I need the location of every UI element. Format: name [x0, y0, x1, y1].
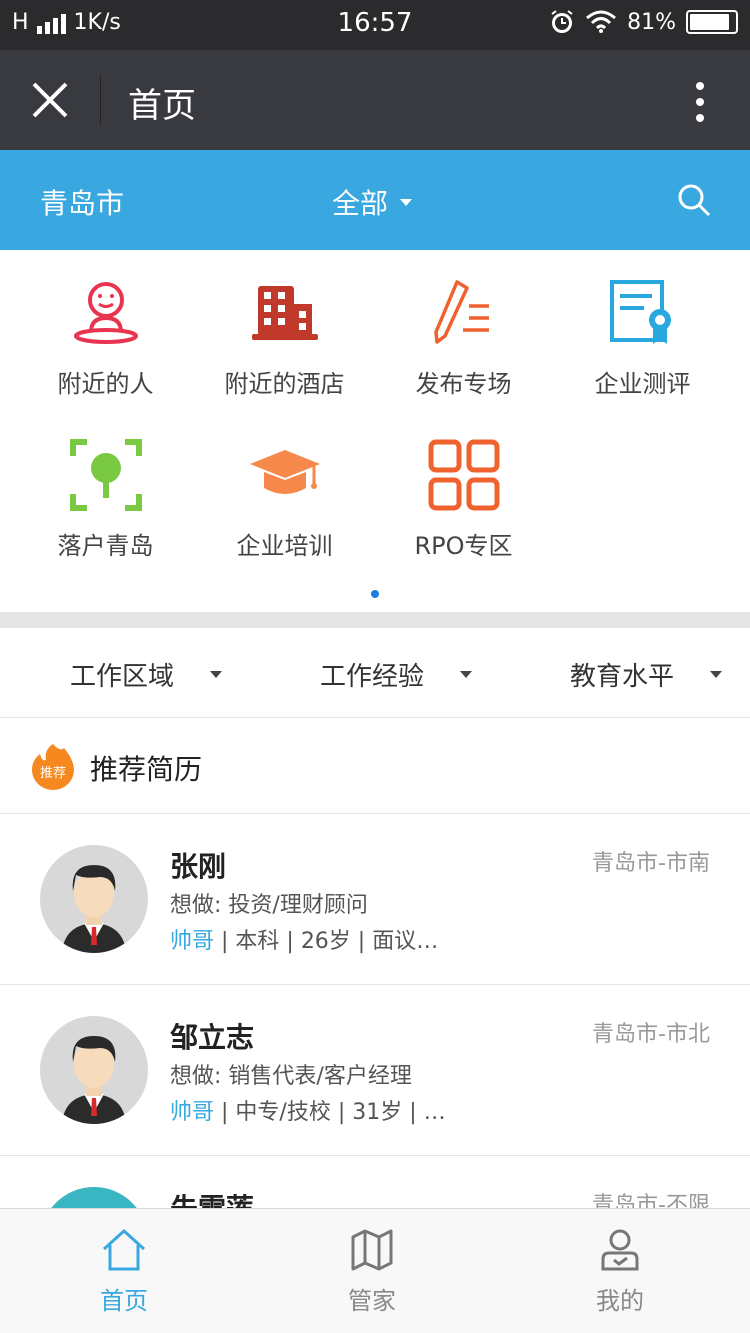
tab-butler[interactable]: 管家: [312, 1227, 432, 1316]
wifi-icon: [586, 10, 617, 33]
recommend-flame-icon: 推荐: [32, 744, 74, 790]
battery-icon: [686, 10, 738, 34]
nearby-person-icon: [73, 282, 138, 344]
resume-tag: 帅哥: [170, 1100, 215, 1125]
desired-job-prefix: 想做:: [170, 1064, 229, 1089]
certificate-icon: [609, 280, 671, 344]
tab-home[interactable]: 首页: [64, 1227, 184, 1316]
entry-label: 企业测评: [594, 370, 691, 398]
profile-icon: [601, 1229, 639, 1271]
entry-label: 企业培训: [236, 532, 333, 560]
resume-desired-job: 想做: 投资/理财顾问: [170, 887, 368, 919]
resume-meta: 帅哥 | 中专/技校 | 31岁 | …: [170, 1094, 446, 1126]
title-divider: [100, 75, 101, 125]
tab-label: 首页: [100, 1287, 148, 1315]
resume-list: 张刚 想做: 投资/理财顾问 帅哥 | 本科 | 26岁 | 面议… 青岛市-市…: [0, 815, 750, 1208]
entry-label: 附近的人: [57, 370, 154, 398]
resume-name: 张刚: [170, 850, 227, 883]
avatar: [40, 1187, 148, 1208]
search-icon[interactable]: [676, 182, 712, 218]
caret-down-icon: [210, 671, 223, 678]
male-avatar-icon: [62, 865, 126, 953]
desired-job-prefix: 想做:: [170, 893, 229, 918]
entry-publish[interactable]: 发布专场: [370, 276, 557, 399]
graduation-cap-icon: [249, 450, 320, 494]
resume-item[interactable]: 朱雪莲 青岛市-不限: [0, 1157, 750, 1208]
grid-squares-icon: [428, 439, 499, 511]
map-icon: [351, 1229, 393, 1271]
entry-label: 落户青岛: [57, 532, 154, 560]
avatar: [40, 1016, 148, 1124]
entry-label: RPO专区: [414, 532, 513, 560]
category-label: 全部: [332, 187, 389, 220]
resume-tag: 帅哥: [170, 929, 215, 954]
filter-label: 教育水平: [570, 662, 675, 692]
female-avatar-icon: [40, 1187, 148, 1208]
resume-location: 青岛市-市北: [592, 1022, 710, 1047]
entry-nearby-hotels[interactable]: 附近的酒店: [191, 276, 378, 399]
desired-job-value: 销售代表/客户经理: [228, 1064, 412, 1089]
resume-item[interactable]: 张刚 想做: 投资/理财顾问 帅哥 | 本科 | 26岁 | 面议… 青岛市-市…: [0, 815, 750, 985]
entry-rpo-zone[interactable]: RPO专区: [370, 438, 557, 561]
avatar: [40, 845, 148, 953]
pen-publish-icon: [433, 280, 489, 344]
filter-experience[interactable]: 工作经验: [320, 656, 473, 693]
filter-label: 工作经验: [320, 662, 425, 692]
entry-settle-qingdao[interactable]: 落户青岛: [12, 438, 199, 561]
resume-name: 朱雪莲: [170, 1187, 254, 1208]
caret-down-icon: [400, 198, 413, 206]
filter-work-area[interactable]: 工作区域: [70, 656, 223, 693]
resume-item[interactable]: 邹立志 想做: 销售代表/客户经理 帅哥 | 中专/技校 | 31岁 | … 青…: [0, 986, 750, 1156]
recommend-header: 推荐 推荐简历: [0, 718, 750, 814]
male-avatar-icon: [62, 1036, 126, 1124]
entry-training[interactable]: 企业培训: [191, 438, 378, 561]
entry-label: 附近的酒店: [224, 370, 345, 398]
section-title: 推荐简历: [90, 753, 203, 786]
battery-percent: 81%: [627, 9, 676, 35]
title-bar: 首页: [0, 50, 750, 150]
recommend-badge-text: 推荐: [40, 766, 66, 781]
filter-education[interactable]: 教育水平: [570, 656, 723, 693]
city-selector[interactable]: 青岛市: [40, 182, 124, 222]
location-bar: 青岛市 全部: [0, 150, 750, 250]
status-bar: H 1K/s 16:57 81%: [0, 0, 750, 50]
resume-desired-job: 想做: 销售代表/客户经理: [170, 1058, 412, 1090]
hotel-building-icon: [251, 286, 318, 340]
resume-meta: 帅哥 | 本科 | 26岁 | 面议…: [170, 923, 438, 955]
entry-nearby-people[interactable]: 附近的人: [12, 276, 199, 399]
page-indicator-dot: [371, 590, 379, 598]
page-title: 首页: [128, 86, 196, 126]
category-dropdown[interactable]: 全部: [332, 182, 413, 222]
status-right: 81%: [549, 9, 738, 35]
tree-focus-icon: [69, 439, 142, 511]
resume-name: 邹立志: [170, 1021, 255, 1054]
more-menu-icon[interactable]: [688, 80, 712, 124]
resume-details: | 本科 | 26岁 | 面议…: [214, 929, 439, 954]
entry-assessment[interactable]: 企业测评: [549, 276, 736, 399]
alarm-icon: [551, 10, 573, 33]
caret-down-icon: [460, 671, 473, 678]
tab-label: 我的: [596, 1287, 644, 1315]
resume-details: | 中专/技校 | 31岁 | …: [214, 1100, 446, 1125]
resume-location: 青岛市-不限: [592, 1193, 710, 1208]
quick-entry-grid: 附近的人 附近的酒店 发布专场 企业测评 落户青岛 企业培训 RPO专区: [0, 250, 750, 612]
tab-mine[interactable]: 我的: [560, 1227, 680, 1316]
filter-label: 工作区域: [70, 662, 175, 692]
caret-down-icon: [710, 671, 723, 678]
entry-label: 发布专场: [415, 370, 512, 398]
resume-location: 青岛市-市南: [592, 851, 710, 876]
desired-job-value: 投资/理财顾问: [228, 893, 368, 918]
section-divider: [0, 612, 750, 628]
bottom-tab-bar: 首页 管家 我的: [0, 1208, 750, 1333]
filter-bar: 工作区域 工作经验 教育水平: [0, 628, 750, 718]
tab-label: 管家: [348, 1287, 396, 1315]
home-icon: [102, 1229, 146, 1271]
close-icon[interactable]: [28, 78, 72, 122]
